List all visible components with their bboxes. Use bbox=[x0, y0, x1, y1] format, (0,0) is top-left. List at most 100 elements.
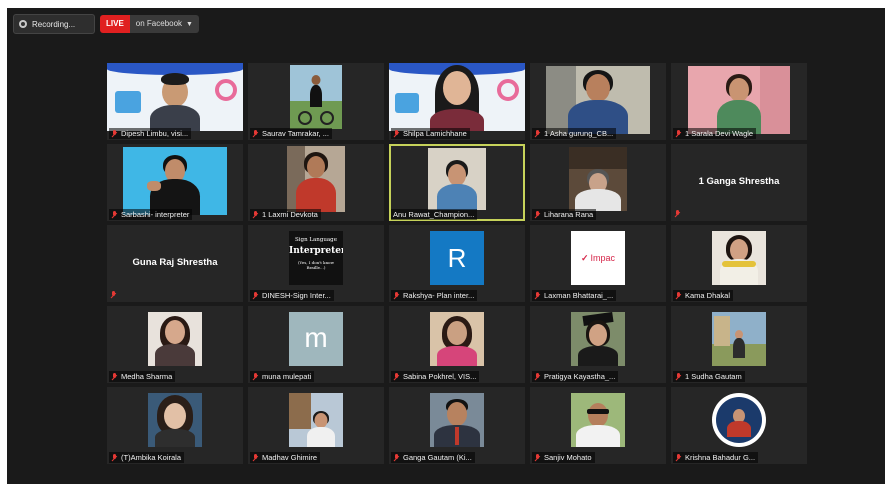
participant-tile[interactable]: 1 Laxmi Devkota bbox=[248, 144, 384, 221]
participant-video bbox=[107, 63, 243, 131]
participant-name: Ganga Gautam (Ki... bbox=[391, 452, 475, 463]
participant-tile-active-speaker[interactable]: Anu Rawat_Champion... bbox=[389, 144, 525, 221]
muted-mic-icon bbox=[534, 291, 541, 300]
participant-video bbox=[688, 66, 790, 134]
participant-video bbox=[428, 148, 486, 210]
participant-name-text: Sabina Pokhrel, VIS... bbox=[403, 372, 477, 381]
participant-photo bbox=[148, 312, 202, 366]
participant-tile[interactable]: 1 Sarala Devi Wagle bbox=[671, 63, 807, 140]
muted-mic-icon bbox=[111, 129, 118, 138]
participant-name: Kama Dhakal bbox=[673, 290, 734, 301]
participant-tile[interactable]: Sabina Pokhrel, VIS... bbox=[389, 306, 525, 383]
participant-name-text: Liharana Rana bbox=[544, 210, 594, 219]
participant-name: Madhav Ghimire bbox=[250, 452, 321, 463]
participant-name: 1 Laxmi Devkota bbox=[250, 209, 321, 220]
participant-photo bbox=[430, 312, 484, 366]
muted-mic-icon bbox=[675, 129, 682, 138]
participant-tile[interactable]: Dipesh Limbu, visi... bbox=[107, 63, 243, 140]
participant-display-name: 1 Ganga Shrestha bbox=[698, 176, 780, 187]
participant-name: Shilpa Lamichhane bbox=[391, 128, 470, 139]
participant-name-text: Anu Rawat_Champion... bbox=[393, 210, 475, 219]
participant-name-text: Saurav Tamrakar, ... bbox=[262, 129, 329, 138]
muted-mic-icon bbox=[252, 210, 259, 219]
participant-name-text: Sanjiv Mohato bbox=[544, 453, 592, 462]
live-stream-indicator[interactable]: LIVE on Facebook ▼ bbox=[100, 15, 199, 33]
zoom-meeting-window: Recording... LIVE on Facebook ▼ Dipesh Li… bbox=[7, 8, 885, 484]
participant-name: Sanjiv Mohato bbox=[532, 452, 595, 463]
muted-mic-icon bbox=[393, 129, 400, 138]
participant-name: Rakshya- Plan inter... bbox=[391, 290, 478, 301]
participant-avatar-image: Sign Language Interpreter (Yes, I don't … bbox=[289, 231, 343, 285]
muted-mic-icon bbox=[534, 453, 541, 462]
participant-tile[interactable]: Madhav Ghimire bbox=[248, 387, 384, 464]
participant-name: Sabina Pokhrel, VIS... bbox=[391, 371, 480, 382]
participant-photo bbox=[430, 393, 484, 447]
participant-tile[interactable]: Guna Raj Shrestha bbox=[107, 225, 243, 302]
participant-tile[interactable]: Medha Sharma bbox=[107, 306, 243, 383]
participant-tile[interactable]: Shilpa Lamichhane bbox=[389, 63, 525, 140]
participant-tile[interactable]: R Rakshya- Plan inter... bbox=[389, 225, 525, 302]
participant-tile[interactable]: Ganga Gautam (Ki... bbox=[389, 387, 525, 464]
muted-mic-icon bbox=[674, 210, 681, 218]
participant-name: Dipesh Limbu, visi... bbox=[109, 128, 192, 139]
muted-mic-icon bbox=[534, 210, 541, 219]
participant-tile[interactable]: m muna mulepati bbox=[248, 306, 384, 383]
participant-tile[interactable]: Pratigya Kayastha_... bbox=[530, 306, 666, 383]
participant-name-text: Medha Sharma bbox=[121, 372, 173, 381]
participant-name-text: Pratigya Kayastha_... bbox=[544, 372, 616, 381]
participant-tile[interactable]: Sign Language Interpreter (Yes, I don't … bbox=[248, 225, 384, 302]
muted-mic-icon bbox=[393, 453, 400, 462]
participant-name: muna mulepati bbox=[250, 371, 315, 382]
participant-tile[interactable]: 1 Ganga Shrestha bbox=[671, 144, 807, 221]
participant-tile[interactable]: 1 Sudha Gautam bbox=[671, 306, 807, 383]
participant-avatar-image: ✓ Impac bbox=[571, 231, 625, 285]
participant-display-name: Guna Raj Shrestha bbox=[132, 257, 218, 268]
gallery-grid: Dipesh Limbu, visi... Saurav Tamrakar, .… bbox=[107, 63, 807, 464]
muted-mic-icon bbox=[111, 210, 118, 219]
participant-photo bbox=[712, 312, 766, 366]
muted-mic-icon bbox=[252, 129, 259, 138]
chevron-down-icon[interactable]: ▼ bbox=[186, 21, 193, 28]
avatar-card-sub: (Yes, I don't know Braille...) bbox=[297, 260, 335, 270]
participant-video bbox=[287, 146, 345, 212]
muted-mic-icon bbox=[252, 291, 259, 300]
avatar-logo-text: Impac bbox=[590, 253, 616, 263]
participant-tile[interactable]: Krishna Bahadur G... bbox=[671, 387, 807, 464]
participant-name-text: Sarbashi- interpreter bbox=[121, 210, 190, 219]
muted-mic-icon bbox=[534, 129, 541, 138]
participant-tile[interactable]: Sanjiv Mohato bbox=[530, 387, 666, 464]
recording-indicator[interactable]: Recording... bbox=[13, 14, 95, 34]
participant-tile[interactable]: Sarbashi- interpreter bbox=[107, 144, 243, 221]
avatar-card-main: Interpreter bbox=[289, 246, 343, 256]
participant-name-text: Kama Dhakal bbox=[685, 291, 731, 300]
avatar-letter: R bbox=[447, 243, 467, 273]
participant-tile[interactable]: Liharana Rana bbox=[530, 144, 666, 221]
avatar-card-title: Sign Language bbox=[295, 237, 337, 243]
muted-mic-icon bbox=[393, 372, 400, 381]
participant-name-text: 1 Laxmi Devkota bbox=[262, 210, 318, 219]
participant-avatar-image: m bbox=[289, 312, 343, 366]
participant-avatar-image: R bbox=[430, 231, 484, 285]
live-destination-label: on Facebook bbox=[135, 19, 183, 28]
participant-photo bbox=[289, 393, 343, 447]
participant-name: Sarbashi- interpreter bbox=[109, 209, 193, 220]
live-badge: LIVE bbox=[100, 15, 130, 33]
muted-mic-icon bbox=[252, 453, 259, 462]
muted-mic-icon bbox=[675, 372, 682, 381]
participant-name-text: (T)Ambika Koirala bbox=[121, 453, 182, 462]
participant-tile[interactable]: ✓ Impac Laxman Bhattarai_... bbox=[530, 225, 666, 302]
participant-photo bbox=[148, 393, 202, 447]
participant-video bbox=[290, 65, 342, 129]
participant-name: Medha Sharma bbox=[109, 371, 176, 382]
participant-tile[interactable]: Kama Dhakal bbox=[671, 225, 807, 302]
participant-tile[interactable]: Saurav Tamrakar, ... bbox=[248, 63, 384, 140]
participant-name: Krishna Bahadur G... bbox=[673, 452, 759, 463]
participant-name: Saurav Tamrakar, ... bbox=[250, 128, 332, 139]
participant-name-text: Shilpa Lamichhane bbox=[403, 129, 467, 138]
participant-name-text: muna mulepati bbox=[262, 372, 312, 381]
participant-video bbox=[546, 66, 650, 134]
participant-tile[interactable]: 1 Asha gurung_CB... bbox=[530, 63, 666, 140]
participant-photo bbox=[571, 312, 625, 366]
participant-name: 1 Asha gurung_CB... bbox=[532, 128, 617, 139]
participant-tile[interactable]: (T)Ambika Koirala bbox=[107, 387, 243, 464]
